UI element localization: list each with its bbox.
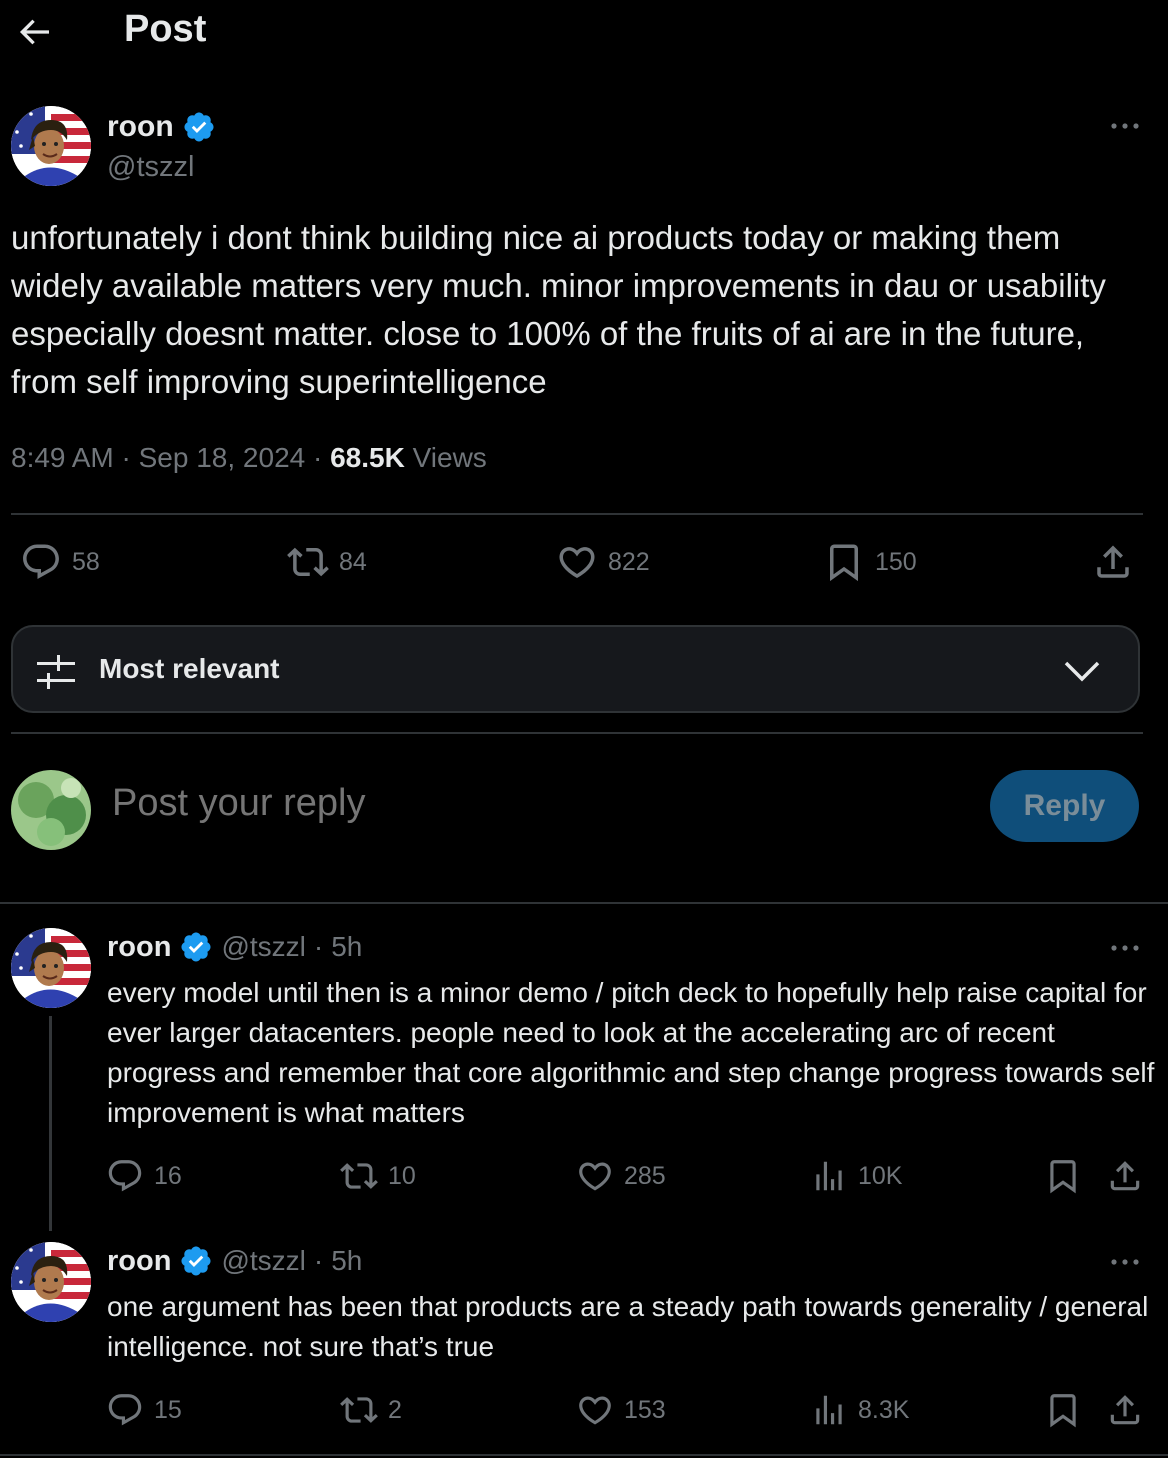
sort-label: Most relevant: [99, 653, 280, 684]
user-avatar[interactable]: [11, 770, 91, 850]
divider: [0, 1454, 1168, 1456]
repost-count: 2: [388, 1395, 402, 1424]
divider: [0, 902, 1168, 904]
thread-connector: [49, 1016, 52, 1231]
reply-text: one argument has been that products are …: [107, 1291, 1149, 1362]
bookmark-icon: [823, 541, 865, 583]
reply-header: roon @tszzl · 5h: [107, 930, 362, 964]
arrow-left-icon: [19, 19, 49, 45]
more-dots-icon: [1111, 1259, 1139, 1265]
reply-button[interactable]: Reply: [990, 770, 1139, 842]
reply-count: 15: [154, 1395, 182, 1424]
reply-header: roon @tszzl · 5h: [107, 1244, 362, 1278]
share-icon: [1106, 1157, 1144, 1195]
views-count: 8.3K: [858, 1395, 910, 1424]
bookmark-button[interactable]: [1044, 1157, 1082, 1195]
author-name[interactable]: roon: [107, 931, 171, 964]
author-name[interactable]: roon: [107, 1245, 171, 1278]
back-button[interactable]: [14, 12, 54, 52]
avatar[interactable]: [11, 1242, 91, 1322]
heart-icon: [576, 1157, 614, 1195]
meta-separator: ·: [313, 1245, 324, 1276]
more-options-button[interactable]: [1109, 119, 1143, 133]
post-time[interactable]: 8:49 AM: [11, 442, 114, 473]
reply-time[interactable]: 5h: [331, 1245, 362, 1277]
views-label: Views: [412, 442, 487, 473]
share-button[interactable]: [1106, 1391, 1144, 1429]
divider: [11, 732, 1143, 734]
like-count: 153: [624, 1395, 666, 1424]
repost-icon: [340, 1391, 378, 1429]
repost-action[interactable]: 84: [287, 541, 367, 583]
share-button[interactable]: [1092, 541, 1134, 583]
avatar[interactable]: [11, 106, 91, 186]
heart-icon: [556, 541, 598, 583]
author-handle[interactable]: @tszzl: [221, 931, 305, 963]
verified-badge-icon: [179, 930, 213, 964]
chevron-down-icon: [1064, 661, 1100, 682]
bookmark-icon: [1044, 1391, 1082, 1429]
like-action[interactable]: 822: [556, 541, 650, 583]
divider: [11, 513, 1143, 515]
author-row[interactable]: roon: [107, 110, 216, 144]
share-icon: [1092, 541, 1134, 583]
reply-action[interactable]: 16: [106, 1157, 182, 1195]
post-date[interactable]: Sep 18, 2024: [139, 442, 306, 473]
repost-count: 84: [339, 547, 367, 576]
like-count: 822: [608, 547, 650, 576]
repost-icon: [287, 541, 329, 583]
reply-count: 58: [72, 547, 100, 576]
like-action[interactable]: 153: [576, 1391, 666, 1429]
repost-action[interactable]: 10: [340, 1157, 416, 1195]
reply-icon: [106, 1391, 144, 1429]
page-title: Post: [124, 8, 207, 50]
views-action[interactable]: 10K: [810, 1157, 902, 1195]
heart-icon: [576, 1391, 614, 1429]
views-icon: [810, 1391, 848, 1429]
author-name[interactable]: roon: [107, 110, 174, 144]
sliders-icon: [37, 655, 75, 689]
reply-input[interactable]: [112, 782, 812, 825]
reply-action[interactable]: 15: [106, 1391, 182, 1429]
repost-count: 10: [388, 1161, 416, 1190]
bookmark-action[interactable]: 150: [823, 541, 917, 583]
reply-icon: [106, 1157, 144, 1195]
share-button[interactable]: [1106, 1157, 1144, 1195]
more-dots-icon: [1111, 123, 1139, 129]
more-dots-icon: [1111, 945, 1139, 951]
reply-action[interactable]: 58: [20, 541, 100, 583]
repost-action[interactable]: 2: [340, 1391, 402, 1429]
more-options-button[interactable]: [1109, 1255, 1143, 1269]
verified-badge-icon: [179, 1244, 213, 1278]
author-handle[interactable]: @tszzl: [107, 151, 194, 184]
sort-dropdown[interactable]: Most relevant: [11, 625, 1140, 713]
reply-time[interactable]: 5h: [331, 931, 362, 963]
views-count: 68.5K: [330, 442, 405, 473]
bookmark-button[interactable]: [1044, 1391, 1082, 1429]
meta-separator: ·: [313, 442, 331, 473]
views-icon: [810, 1157, 848, 1195]
reply-count: 16: [154, 1161, 182, 1190]
post-text: unfortunately i dont think building nice…: [11, 219, 1106, 400]
meta-separator: ·: [121, 442, 139, 473]
bookmark-icon: [1044, 1157, 1082, 1195]
meta-separator: ·: [313, 931, 324, 962]
repost-icon: [340, 1157, 378, 1195]
avatar[interactable]: [11, 928, 91, 1008]
bookmark-count: 150: [875, 547, 917, 576]
views-count: 10K: [858, 1161, 903, 1190]
like-action[interactable]: 285: [576, 1157, 666, 1195]
views-action[interactable]: 8.3K: [810, 1391, 909, 1429]
author-handle[interactable]: @tszzl: [221, 1245, 305, 1277]
post-meta: 8:49 AM · Sep 18, 2024 · 68.5K Views: [11, 442, 487, 474]
reply-text: every model until then is a minor demo /…: [107, 977, 1155, 1128]
verified-badge-icon: [182, 110, 216, 144]
reply-icon: [20, 541, 62, 583]
like-count: 285: [624, 1161, 666, 1190]
more-options-button[interactable]: [1109, 941, 1143, 955]
share-icon: [1106, 1391, 1144, 1429]
